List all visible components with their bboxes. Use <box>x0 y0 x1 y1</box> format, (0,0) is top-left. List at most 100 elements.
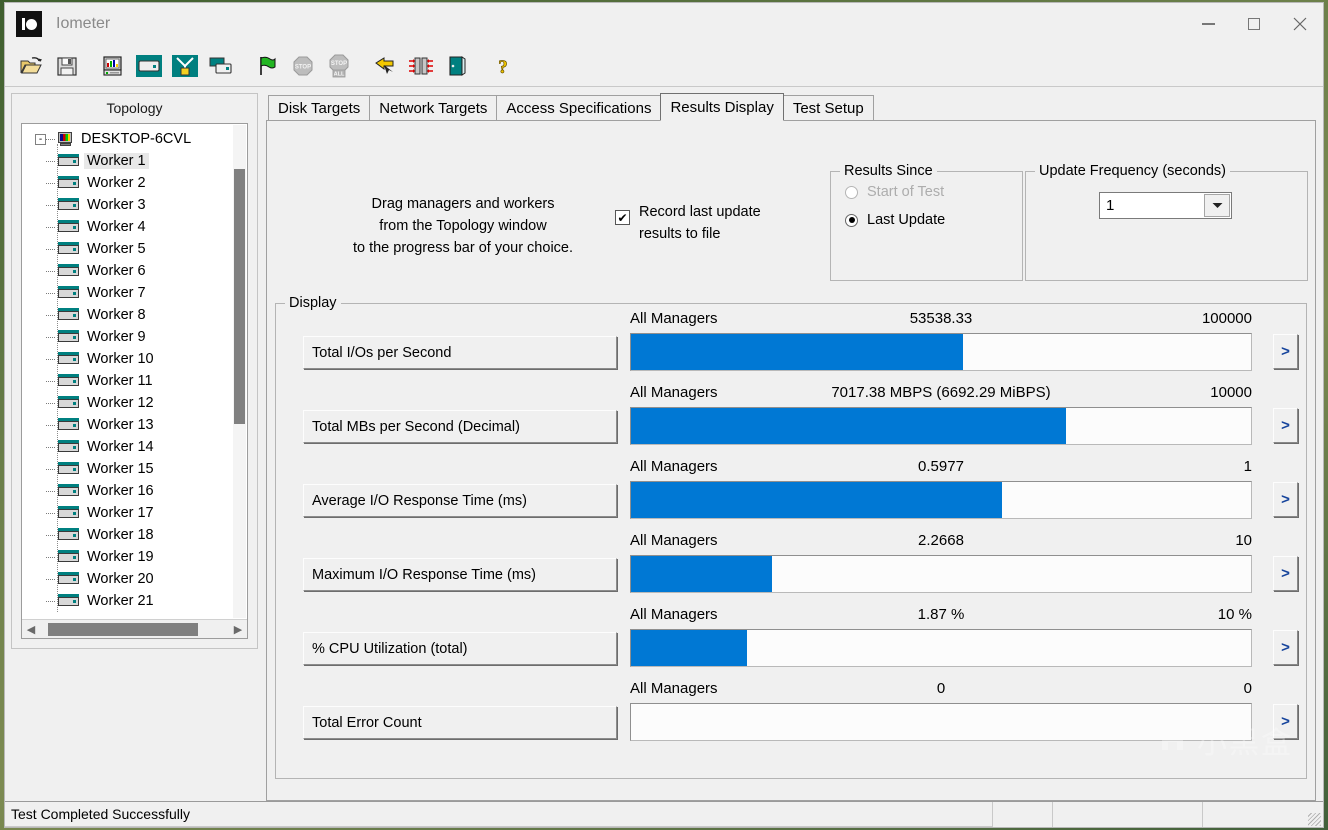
radio-icon-last-update[interactable] <box>845 213 858 227</box>
resize-grip-icon[interactable] <box>1308 813 1321 826</box>
maximize-button[interactable] <box>1231 3 1277 45</box>
expander-icon[interactable]: - <box>35 133 46 145</box>
display-row-header: All Managers 2.2668 10 <box>630 532 1252 554</box>
hscroll-thumb[interactable] <box>48 622 198 636</box>
open-config-button[interactable] <box>14 48 48 83</box>
tree-node-worker[interactable]: Worker 15 <box>22 458 247 480</box>
display-group: Display Total I/Os per Second All Manager… <box>275 295 1307 779</box>
tree-node-worker[interactable]: Worker 5 <box>22 238 247 260</box>
tab-test-setup[interactable]: Test Setup <box>782 95 874 121</box>
duplicate-worker-button[interactable] <box>204 48 238 83</box>
display-row-name-button[interactable]: Average I/O Response Time (ms) <box>303 484 617 517</box>
radio-start-of-test[interactable]: Start of Test <box>845 184 1022 200</box>
radio-last-update[interactable]: Last Update <box>845 212 1022 228</box>
display-row-name-button[interactable]: Total MBs per Second (Decimal) <box>303 410 617 443</box>
tree-connector <box>46 204 55 206</box>
tab-disk-targets[interactable]: Disk Targets <box>268 95 371 121</box>
tree-node-label: Worker 20 <box>87 571 154 587</box>
radio-icon-start-of-test[interactable] <box>845 185 858 199</box>
tree-node-worker[interactable]: Worker 11 <box>22 370 247 392</box>
exit-button[interactable] <box>440 48 474 83</box>
new-worker-button[interactable] <box>132 48 166 83</box>
tree-node-worker[interactable]: Worker 12 <box>22 392 247 414</box>
scrollbar-thumb[interactable] <box>234 169 245 424</box>
tree-node-worker[interactable]: Worker 13 <box>22 414 247 436</box>
tree-node-label: Worker 5 <box>87 241 146 257</box>
tree-node-worker[interactable]: Worker 16 <box>22 480 247 502</box>
tree-node-worker[interactable]: Worker 4 <box>22 216 247 238</box>
display-row-expand-button[interactable]: > <box>1273 556 1298 591</box>
tree-node-worker[interactable]: Worker 2 <box>22 172 247 194</box>
close-button[interactable] <box>1277 3 1323 45</box>
display-row-progressbar[interactable] <box>630 333 1252 371</box>
status-cell-c <box>1203 802 1323 827</box>
tab-network-targets[interactable]: Network Targets <box>369 95 498 121</box>
display-row-expand-button[interactable]: > <box>1273 482 1298 517</box>
help-button[interactable]: ? <box>486 48 520 83</box>
main-body: Topology - DESKTOP-6CVL Worker 1 Worker … <box>5 87 1323 801</box>
display-row-progressbar[interactable] <box>630 629 1252 667</box>
tree-vertical-scrollbar[interactable] <box>233 125 246 618</box>
tree-horizontal-scrollbar[interactable]: ◀ ▶ <box>22 619 247 638</box>
save-config-button[interactable] <box>50 48 84 83</box>
tree-node-worker[interactable]: Worker 7 <box>22 282 247 304</box>
tab-results-display[interactable]: Results Display <box>660 93 784 121</box>
tree-connector <box>46 468 55 470</box>
tree-node-worker[interactable]: Worker 17 <box>22 502 247 524</box>
new-network-worker-button[interactable] <box>168 48 202 83</box>
tree-node-worker[interactable]: Worker 14 <box>22 436 247 458</box>
tree-node-worker[interactable]: Worker 6 <box>22 260 247 282</box>
display-row-expand-button[interactable]: > <box>1273 704 1298 739</box>
display-row-expand-button[interactable]: > <box>1273 630 1298 665</box>
chevron-down-icon[interactable] <box>1204 194 1230 217</box>
topology-tree[interactable]: - DESKTOP-6CVL Worker 1 Worker 2 Worker 3 W… <box>21 123 248 639</box>
display-row-name-button[interactable]: Total I/Os per Second <box>303 336 617 369</box>
tree-node-worker[interactable]: Worker 19 <box>22 546 247 568</box>
tree-node-worker[interactable]: Worker 18 <box>22 524 247 546</box>
tree-node-worker[interactable]: Worker 9 <box>22 326 247 348</box>
hscroll-track[interactable] <box>40 622 229 637</box>
swap-button[interactable] <box>404 48 438 83</box>
display-row-name: Total Error Count <box>312 714 422 731</box>
display-row-name-button[interactable]: % CPU Utilization (total) <box>303 632 617 665</box>
worker-icon <box>58 242 79 256</box>
tree-node-label: Worker 9 <box>87 329 146 345</box>
tree-node-worker[interactable]: Worker 3 <box>22 194 247 216</box>
worker-icon <box>58 594 79 608</box>
tree-node-root[interactable]: - DESKTOP-6CVL <box>22 128 247 150</box>
display-row-expand-button[interactable]: > <box>1273 334 1298 369</box>
expand-glyph: > <box>1281 565 1290 582</box>
tab-access-specifications[interactable]: Access Specifications <box>496 95 662 121</box>
tree-node-worker[interactable]: Worker 10 <box>22 348 247 370</box>
new-manager-button[interactable] <box>96 48 130 83</box>
display-row-progressbar[interactable] <box>630 481 1252 519</box>
display-row-progressbar[interactable] <box>630 555 1252 593</box>
display-row-progressbar[interactable] <box>630 703 1252 741</box>
tree-node-worker[interactable]: Worker 1 <box>22 150 247 172</box>
tree-node-worker[interactable]: Worker 20 <box>22 568 247 590</box>
tree-node-label: Worker 4 <box>87 219 146 235</box>
stop-all-tests-button[interactable]: STOP ALL <box>322 48 356 83</box>
tree-node-worker[interactable]: Worker 8 <box>22 304 247 326</box>
reset-button[interactable] <box>368 48 402 83</box>
tree-node-label: Worker 16 <box>87 483 154 499</box>
worker-icon <box>58 572 79 586</box>
start-tests-button[interactable] <box>250 48 284 83</box>
display-row-progressbar[interactable] <box>630 407 1252 445</box>
record-results-checkbox[interactable]: ✔ <box>615 210 630 225</box>
minimize-button[interactable] <box>1185 3 1231 45</box>
triangle-left-icon[interactable]: ◀ <box>22 623 40 636</box>
hint-line-3: to the progress bar of your choice. <box>352 240 574 256</box>
triangle-right-icon[interactable]: ▶ <box>229 623 247 636</box>
results-since-title: Results Since <box>840 163 937 179</box>
progressbar-fill <box>631 630 747 666</box>
stop-test-button[interactable]: STOP <box>286 48 320 83</box>
display-row-name-button[interactable]: Maximum I/O Response Time (ms) <box>303 558 617 591</box>
display-row-name-button[interactable]: Total Error Count <box>303 706 617 739</box>
record-results-checkbox-row[interactable]: ✔ Record last update results to file <box>615 201 761 245</box>
update-frequency-select[interactable]: 1 <box>1099 192 1232 219</box>
display-row-expand-button[interactable]: > <box>1273 408 1298 443</box>
topology-panel: Topology - DESKTOP-6CVL Worker 1 Worker … <box>11 93 258 649</box>
tree-node-worker[interactable]: Worker 21 <box>22 590 247 612</box>
tree-node-label: Worker 8 <box>87 307 146 323</box>
